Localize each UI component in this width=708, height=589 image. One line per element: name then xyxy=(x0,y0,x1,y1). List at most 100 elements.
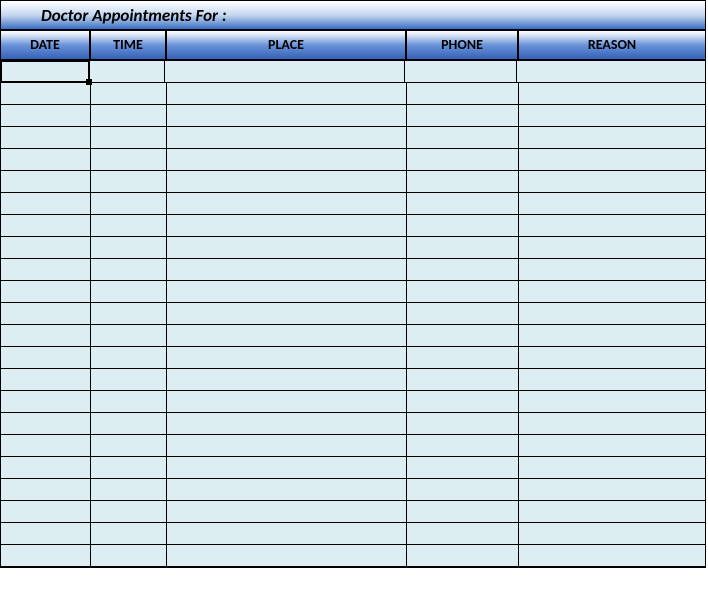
cell-phone[interactable] xyxy=(407,391,519,412)
cell-phone[interactable] xyxy=(407,171,519,192)
cell-time[interactable] xyxy=(91,193,167,214)
cell-place[interactable] xyxy=(167,149,407,170)
cell-phone[interactable] xyxy=(407,149,519,170)
cell-date[interactable] xyxy=(1,149,91,170)
cell-place[interactable] xyxy=(167,83,407,104)
cell-phone[interactable] xyxy=(407,347,519,368)
cell-date[interactable] xyxy=(1,457,91,478)
cell-phone[interactable] xyxy=(407,303,519,324)
cell-reason[interactable] xyxy=(519,391,705,412)
cell-reason[interactable] xyxy=(519,127,705,148)
cell-date[interactable] xyxy=(1,127,91,148)
cell-date[interactable] xyxy=(1,435,91,456)
cell-date[interactable] xyxy=(1,215,91,236)
cell-place[interactable] xyxy=(167,259,407,280)
cell-reason[interactable] xyxy=(519,347,705,368)
cell-time[interactable] xyxy=(91,479,167,500)
header-time[interactable]: TIME xyxy=(91,31,167,59)
cell-place[interactable] xyxy=(167,193,407,214)
cell-place[interactable] xyxy=(167,237,407,258)
cell-place[interactable] xyxy=(167,171,407,192)
cell-reason[interactable] xyxy=(519,413,705,434)
cell-reason[interactable] xyxy=(519,281,705,302)
header-place[interactable]: PLACE xyxy=(167,31,407,59)
cell-date[interactable] xyxy=(1,105,91,126)
cell-phone[interactable] xyxy=(405,61,517,82)
cell-date[interactable] xyxy=(1,523,91,544)
cell-place[interactable] xyxy=(167,303,407,324)
cell-reason[interactable] xyxy=(519,501,705,522)
cell-date[interactable] xyxy=(1,281,91,302)
cell-reason[interactable] xyxy=(519,83,705,104)
cell-phone[interactable] xyxy=(407,413,519,434)
cell-time[interactable] xyxy=(91,171,167,192)
cell-date[interactable] xyxy=(1,347,91,368)
cell-reason[interactable] xyxy=(519,149,705,170)
cell-time[interactable] xyxy=(91,149,167,170)
cell-place[interactable] xyxy=(167,523,407,544)
cell-place[interactable] xyxy=(167,413,407,434)
cell-date[interactable] xyxy=(1,193,91,214)
cell-place[interactable] xyxy=(167,435,407,456)
cell-reason[interactable] xyxy=(519,435,705,456)
cell-date[interactable] xyxy=(1,303,91,324)
cell-date[interactable] xyxy=(1,545,91,566)
cell-reason[interactable] xyxy=(519,215,705,236)
cell-time[interactable] xyxy=(91,325,167,346)
cell-place[interactable] xyxy=(167,347,407,368)
cell-phone[interactable] xyxy=(407,435,519,456)
cell-time[interactable] xyxy=(91,523,167,544)
cell-date[interactable] xyxy=(1,325,91,346)
cell-place[interactable] xyxy=(167,369,407,390)
cell-time[interactable] xyxy=(91,391,167,412)
cell-phone[interactable] xyxy=(407,105,519,126)
cell-time[interactable] xyxy=(91,127,167,148)
cell-place[interactable] xyxy=(167,479,407,500)
cell-time[interactable] xyxy=(91,237,167,258)
cell-phone[interactable] xyxy=(407,127,519,148)
cell-time[interactable] xyxy=(89,61,165,82)
cell-time[interactable] xyxy=(91,215,167,236)
cell-reason[interactable] xyxy=(519,237,705,258)
cell-time[interactable] xyxy=(91,83,167,104)
cell-reason[interactable] xyxy=(517,61,703,82)
cell-phone[interactable] xyxy=(407,281,519,302)
cell-date[interactable] xyxy=(1,501,91,522)
cell-reason[interactable] xyxy=(519,325,705,346)
cell-phone[interactable] xyxy=(407,479,519,500)
cell-time[interactable] xyxy=(91,105,167,126)
cell-date[interactable] xyxy=(1,479,91,500)
cell-place[interactable] xyxy=(167,391,407,412)
cell-reason[interactable] xyxy=(519,545,705,566)
cell-time[interactable] xyxy=(91,413,167,434)
cell-phone[interactable] xyxy=(407,501,519,522)
cell-date[interactable] xyxy=(0,60,90,83)
cell-phone[interactable] xyxy=(407,237,519,258)
cell-reason[interactable] xyxy=(519,303,705,324)
cell-place[interactable] xyxy=(167,215,407,236)
cell-time[interactable] xyxy=(91,501,167,522)
header-phone[interactable]: PHONE xyxy=(407,31,519,59)
cell-place[interactable] xyxy=(167,457,407,478)
cell-phone[interactable] xyxy=(407,193,519,214)
cell-phone[interactable] xyxy=(407,259,519,280)
cell-phone[interactable] xyxy=(407,325,519,346)
cell-place[interactable] xyxy=(167,325,407,346)
cell-place[interactable] xyxy=(167,105,407,126)
cell-reason[interactable] xyxy=(519,259,705,280)
cell-phone[interactable] xyxy=(407,545,519,566)
cell-date[interactable] xyxy=(1,391,91,412)
cell-time[interactable] xyxy=(91,281,167,302)
cell-time[interactable] xyxy=(91,435,167,456)
cell-place[interactable] xyxy=(167,127,407,148)
cell-time[interactable] xyxy=(91,457,167,478)
cell-phone[interactable] xyxy=(407,457,519,478)
cell-phone[interactable] xyxy=(407,369,519,390)
cell-place[interactable] xyxy=(165,61,405,82)
cell-time[interactable] xyxy=(91,545,167,566)
cell-time[interactable] xyxy=(91,259,167,280)
cell-reason[interactable] xyxy=(519,171,705,192)
cell-date[interactable] xyxy=(1,171,91,192)
cell-time[interactable] xyxy=(91,303,167,324)
cell-reason[interactable] xyxy=(519,457,705,478)
